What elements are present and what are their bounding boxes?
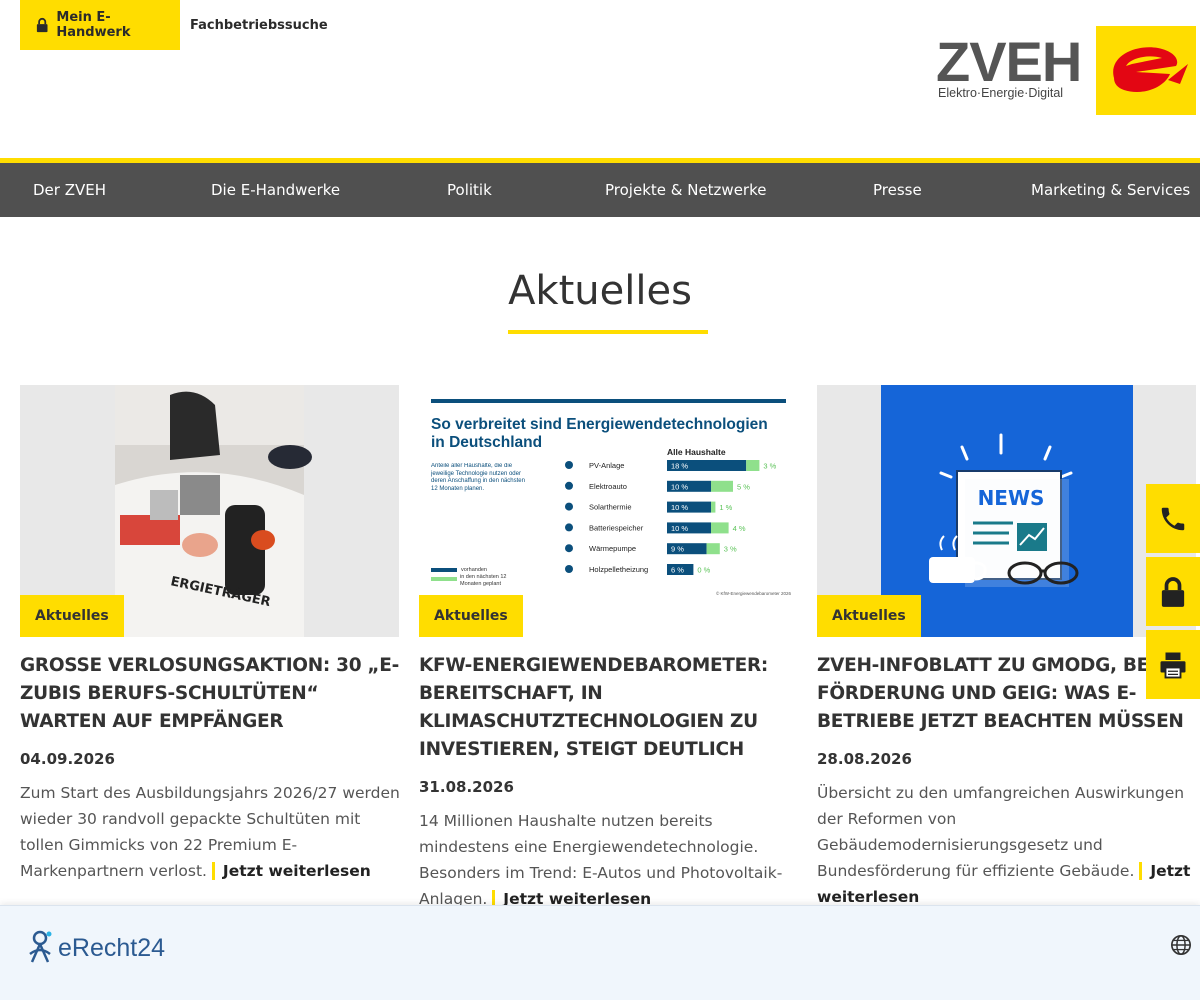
logo-wordmark: ZVEH (936, 30, 1082, 93)
card-title[interactable]: KFW-ENERGIEWENDEBAROMETER: BEREITSCHAFT,… (419, 652, 799, 764)
card-teaser-text: Übersicht zu den umfangreichen Auswirkun… (817, 784, 1185, 880)
main-navigation: Der ZVEH Die E-Handwerke Politik Projekt… (0, 158, 1200, 217)
member-login-button[interactable] (1146, 557, 1200, 626)
logo-tagline: Elektro·Energie·Digital (938, 86, 1064, 100)
lock-icon (36, 17, 48, 33)
bar-value-present: 10 % (671, 482, 688, 491)
card-title[interactable]: GROSSE VERLOSUNGSAKTION: 30 „E-ZUBIS BER… (20, 652, 400, 736)
technology-icon (565, 502, 573, 511)
bar-label: Holzpelletheizung (589, 565, 648, 574)
nav-item-marketing-services[interactable]: Marketing & Services (1031, 163, 1190, 217)
login-label: Mein E-Handwerk (56, 10, 131, 40)
card-image[interactable]: NEWS Aktuelles (817, 385, 1196, 637)
nav-item-der-zveh[interactable]: Der ZVEH (33, 163, 106, 217)
legend-planned-swatch (431, 577, 457, 581)
card-teaser: Übersicht zu den umfangreichen Auswirkun… (817, 780, 1197, 910)
bar-planned (706, 543, 720, 555)
bar-planned (746, 460, 760, 471)
zveh-logo[interactable]: ZVEH Elektro·Energie·Digital (936, 26, 1196, 116)
erecht24-mark-icon (29, 930, 52, 963)
category-badge[interactable]: Aktuelles (419, 595, 523, 637)
news-card[interactable]: ERGIETRÄGER Aktuelles GROSSE VERLOSUNGSA… (20, 385, 400, 884)
bar-value-planned: 4 % (733, 524, 746, 533)
card-image[interactable]: ERGIETRÄGER Aktuelles (20, 385, 399, 637)
my-e-handwerk-login-button[interactable]: Mein E-Handwerk (20, 0, 180, 50)
bar-value-planned: 3 % (724, 545, 737, 554)
title-underline (508, 330, 708, 334)
bar-value-present: 18 % (671, 462, 688, 471)
e-mark-icon (1096, 26, 1196, 115)
nav-item-politik[interactable]: Politik (447, 163, 492, 217)
nav-item-projekte-netzwerke[interactable]: Projekte & Netzwerke (605, 163, 766, 217)
svg-text:So verbreitet sind Energiewend: So verbreitet sind Energiewendetechnolog… (431, 416, 772, 451)
lock-icon (1161, 576, 1185, 607)
phone-icon (1161, 507, 1185, 530)
bar-planned (711, 480, 733, 492)
news-card[interactable]: So verbreitet sind Energiewendetechnolog… (419, 385, 799, 912)
news-sign-text: NEWS (978, 486, 1045, 510)
company-search-link[interactable]: Fachbetriebssuche (180, 0, 338, 50)
bar-planned (711, 501, 716, 513)
language-globe-button[interactable] (1170, 934, 1192, 960)
card-date: 31.08.2026 (419, 778, 514, 796)
bar-value-present: 10 % (671, 524, 688, 533)
bar-value-planned: 0 % (697, 566, 710, 575)
legend-present-swatch (431, 568, 457, 572)
infographic-title-line1: So verbreitet sind Energiewendetechnolog… (431, 416, 768, 433)
bar-value-present: 9 % (671, 545, 684, 554)
infographic-source: © KfW-Energiewendebarometer 2026 (716, 590, 792, 596)
technology-icon (565, 461, 573, 469)
printer-icon (1160, 652, 1186, 678)
card-title[interactable]: ZVEH-INFOBLATT ZU GMODG, BEG-FÖRDERUNG U… (817, 652, 1197, 736)
legend-present: vorhanden (461, 567, 487, 573)
bar-value-planned: 5 % (737, 482, 750, 491)
erecht24-brand: eRecht24 (58, 933, 166, 962)
technology-icon (565, 481, 573, 490)
card-date: 04.09.2026 (20, 750, 115, 768)
news-card[interactable]: NEWS Aktuelles ZVEH-INFOBLATT ZU GMODG, … (817, 385, 1197, 910)
erecht24-logo: eRecht24 (24, 928, 165, 968)
card-teaser: 14 Millionen Haushalte nutzen bereits mi… (419, 808, 799, 912)
bar-value-planned: 1 % (719, 503, 732, 512)
nav-item-e-handwerke[interactable]: Die E-Handwerke (211, 163, 340, 217)
technology-icon (565, 523, 573, 532)
bar-value-present: 6 % (671, 566, 684, 575)
infographic-bars: PV-Anlage 18 % 3 % Elektroauto 10 % 5 % Solart… (565, 460, 777, 575)
infographic-title-line2: in Deutschland (431, 434, 542, 451)
read-more-link[interactable]: Jetzt weiterlesen (211, 862, 371, 880)
bar-label: Elektroauto (589, 482, 627, 491)
print-button[interactable] (1146, 630, 1200, 699)
bar-label: Solarthermie (589, 503, 632, 512)
globe-icon (1171, 935, 1191, 955)
consent-banner: eRecht24 (0, 905, 1200, 1000)
card-teaser: Zum Start des Ausbildungsjahrs 2026/27 w… (20, 780, 400, 884)
contact-phone-button[interactable] (1146, 484, 1200, 553)
technology-icon (565, 565, 573, 573)
bar-label: Batteriespeicher (589, 523, 644, 532)
nav-item-presse[interactable]: Presse (873, 163, 922, 217)
category-badge[interactable]: Aktuelles (817, 595, 921, 637)
infographic-note: Anteile aller Haushalte, die die jeweili… (431, 463, 525, 492)
section-title: Aktuelles (508, 268, 692, 314)
top-bar: Mein E-Handwerk Fachbetriebssuche (20, 0, 338, 50)
bar-label: PV-Anlage (589, 461, 624, 470)
card-image[interactable]: So verbreitet sind Energiewendetechnolog… (419, 385, 798, 637)
bar-value-present: 10 % (671, 503, 688, 512)
bar-value-planned: 3 % (763, 462, 776, 471)
card-date: 28.08.2026 (817, 750, 912, 768)
bar-planned (711, 522, 729, 534)
bar-label: Wärmepumpe (589, 544, 636, 553)
technology-icon (565, 544, 573, 553)
category-badge[interactable]: Aktuelles (20, 595, 124, 637)
infographic-column-header: Alle Haushalte (667, 447, 726, 457)
legend-planned: in den nächsten 12 Monaten geplant (460, 574, 507, 587)
